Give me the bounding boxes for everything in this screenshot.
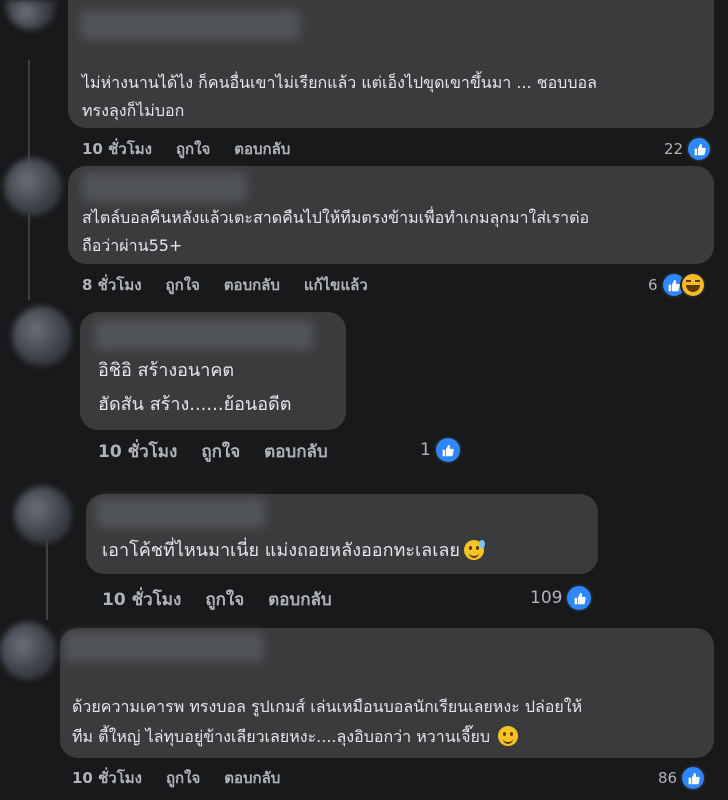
comment-timestamp[interactable]: 10 ชั่วโมง xyxy=(82,137,152,161)
reply-link[interactable]: ตอบกลับ xyxy=(224,273,280,297)
reaction-count: 6 xyxy=(648,276,658,294)
comment-text-line: อิชิอิ สร้างอนาคต xyxy=(98,360,235,381)
comment-text: ทีม ตี้ใหญ่ ไล่ทุบอยู่ข้างเลียวเลยหงะ...… xyxy=(72,727,491,746)
comment-actions: 10 ชั่วโมง ถูกใจ ตอบกลับ xyxy=(102,586,356,613)
comment-text-line: ทีม ตี้ใหญ่ ไล่ทุบอยู่ข้างเลียวเลยหงะ...… xyxy=(72,722,519,752)
avatar[interactable] xyxy=(4,158,62,216)
commenter-name-blurred[interactable] xyxy=(82,172,247,202)
commenter-name-blurred[interactable] xyxy=(96,498,266,528)
grinning-sweat-emoji xyxy=(463,540,485,560)
edited-label[interactable]: แก้ไขแล้ว xyxy=(304,273,368,297)
haha-face-icon xyxy=(679,272,706,298)
reply-link[interactable]: ตอบกลับ xyxy=(268,586,332,613)
comment-text-line: ทรงลุงก็ไม่บอก xyxy=(82,101,185,120)
comment-timestamp[interactable]: 10 ชั่วโมง xyxy=(72,766,142,790)
commenter-name-blurred[interactable] xyxy=(64,632,264,662)
comment-text-line: ด้วยความเคารพ ทรงบอล รูปเกมส์ เล่นเหมือน… xyxy=(72,697,583,716)
like-link[interactable]: ถูกใจ xyxy=(176,137,210,161)
reaction-count: 22 xyxy=(664,140,684,158)
comment-timestamp[interactable]: 10 ชั่วโมง xyxy=(98,438,177,465)
comment-actions: 8 ชั่วโมง ถูกใจ ตอบกลับ แก้ไขแล้ว xyxy=(82,273,392,297)
comment-text-line: เอาโค้ชที่ไหนมาเนี่ย แม่งถอยหลังออกทะเลเ… xyxy=(102,536,485,566)
smiling-face-emoji xyxy=(498,726,519,746)
reaction-summary[interactable]: 86 xyxy=(658,765,707,791)
avatar[interactable] xyxy=(0,622,56,680)
commenter-name-blurred[interactable] xyxy=(94,320,314,350)
reply-link[interactable]: ตอบกลับ xyxy=(264,438,328,465)
reaction-count: 109 xyxy=(530,588,563,608)
like-link[interactable]: ถูกใจ xyxy=(201,438,240,465)
comment-text-line: ฮัดสัน สร้าง......ย้อนอดีต xyxy=(98,394,292,415)
like-thumb-icon xyxy=(433,436,462,464)
like-link[interactable]: ถูกใจ xyxy=(166,273,200,297)
like-thumb-icon xyxy=(686,136,713,162)
like-link[interactable]: ถูกใจ xyxy=(205,586,244,613)
avatar[interactable] xyxy=(6,0,56,30)
comment-timestamp[interactable]: 10 ชั่วโมง xyxy=(102,586,181,613)
reply-link[interactable]: ตอบกลับ xyxy=(224,766,280,790)
like-link[interactable]: ถูกใจ xyxy=(166,766,200,790)
comment-actions: 10 ชั่วโมง ถูกใจ ตอบกลับ xyxy=(82,137,314,161)
comment-text-line: ถือว่าผ่าน55+ xyxy=(82,236,183,255)
comment-actions: 10 ชั่วโมง ถูกใจ ตอบกลับ xyxy=(72,766,304,790)
avatar[interactable] xyxy=(12,306,72,366)
reaction-count: 1 xyxy=(420,440,431,460)
reaction-summary[interactable]: 6 xyxy=(648,272,706,298)
thread-line xyxy=(46,540,48,620)
comment-text: เอาโค้ชที่ไหนมาเนี่ย แม่งถอยหลังออกทะเลเ… xyxy=(102,540,460,561)
avatar[interactable] xyxy=(14,486,72,544)
reaction-summary[interactable]: 22 xyxy=(664,136,713,162)
reaction-summary[interactable]: 1 xyxy=(420,436,462,464)
reply-link[interactable]: ตอบกลับ xyxy=(234,137,290,161)
like-thumb-icon xyxy=(565,584,594,612)
comment-actions: 10 ชั่วโมง ถูกใจ ตอบกลับ xyxy=(98,438,352,465)
like-thumb-icon xyxy=(680,765,707,791)
comment-text-line: ไม่ห่างนานได้ไง ก็คนอื่นเขาไม่เรียกแล้ว … xyxy=(82,73,597,92)
reaction-count: 86 xyxy=(658,769,678,787)
comment-timestamp[interactable]: 8 ชั่วโมง xyxy=(82,273,142,297)
reaction-summary[interactable]: 109 xyxy=(530,584,594,612)
comment-text-line: สไตล์บอลคืนหลังแล้วเตะสาดคืนไปให้ทีมตรงข… xyxy=(82,208,590,227)
commenter-name-blurred[interactable] xyxy=(80,10,300,40)
